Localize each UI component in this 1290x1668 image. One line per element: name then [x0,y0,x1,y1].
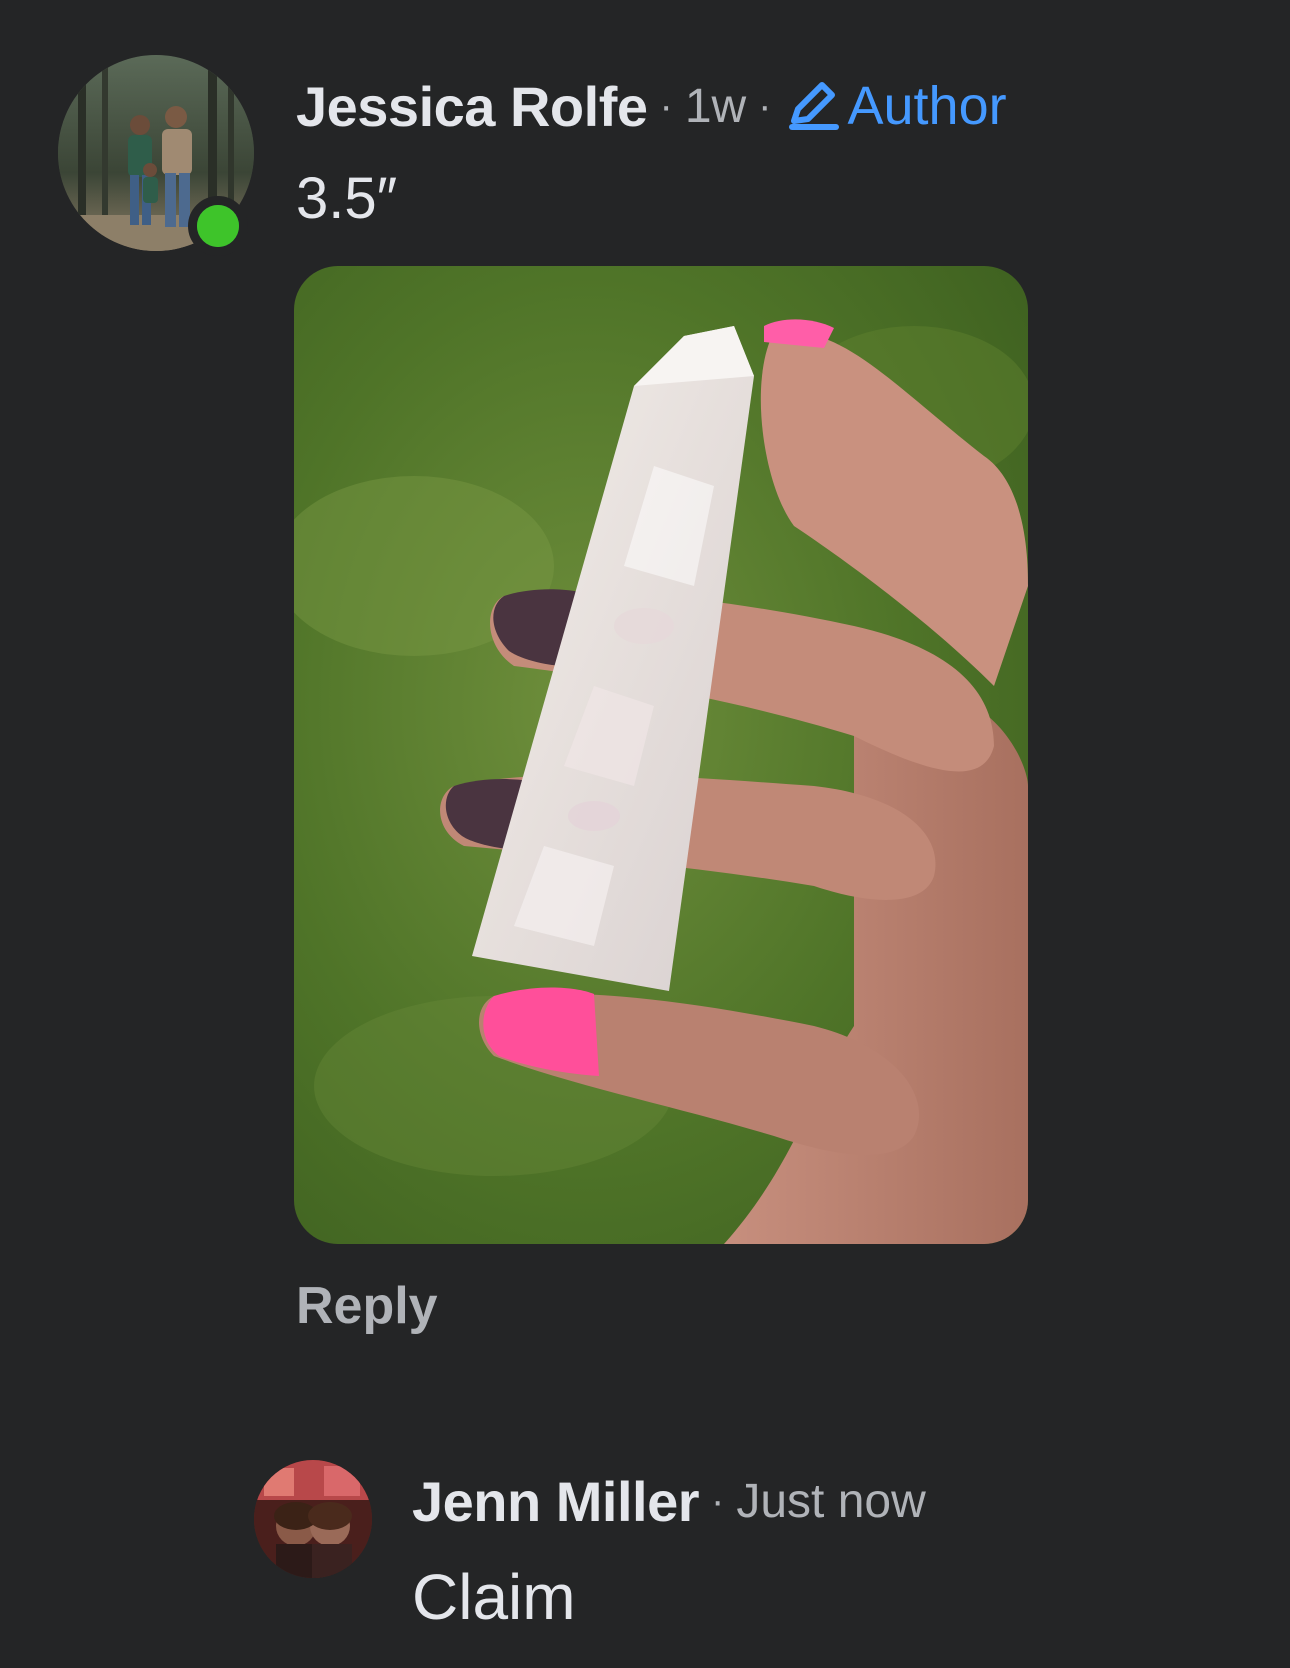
comment-timestamp[interactable]: 1w [685,79,746,134]
reply-avatar-photo [254,1460,372,1578]
comment-text: 3.5″ [296,166,398,231]
reply-avatar[interactable] [254,1460,372,1578]
author-badge: Author [784,75,1007,137]
comment-author-name[interactable]: Jessica Rolfe [296,74,648,139]
reply-timestamp[interactable]: Just now [736,1474,925,1529]
separator-dot: · [659,83,673,128]
online-status-indicator [188,196,248,256]
reply-button[interactable]: Reply [296,1276,438,1336]
crystal-photo [294,266,1028,1244]
comment-header: Jessica Rolfe · 1w · Author [296,70,1007,142]
reply-text: Claim [412,1561,576,1633]
author-badge-label: Author [847,76,1007,136]
comment-thread: Jessica Rolfe · 1w · Author 3.5″ Reply J… [0,0,1290,1668]
comment-photo[interactable] [294,266,1028,1244]
reply-header: Jenn Miller · Just now [412,1466,926,1536]
separator-dot: · [711,1478,725,1523]
separator-dot: · [758,83,772,128]
reply-author-name[interactable]: Jenn Miller [412,1469,700,1534]
pencil-icon [788,82,839,130]
